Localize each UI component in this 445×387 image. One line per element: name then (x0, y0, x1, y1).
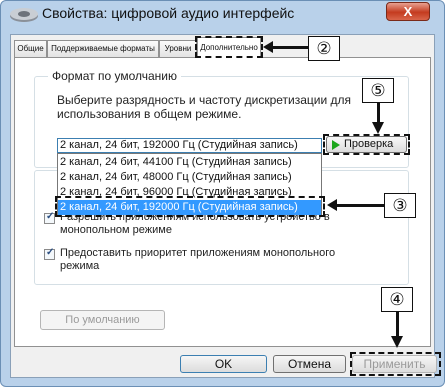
checkmark-icon: ✓ (46, 211, 55, 222)
callout-badge-test: ⑤ (362, 78, 394, 103)
allow-exclusive-checkbox[interactable]: ✓ (44, 211, 55, 224)
arrow-left-icon (263, 41, 273, 53)
exclusive-priority-checkbox[interactable]: ✓ (44, 247, 55, 260)
cancel-button[interactable]: Отмена (273, 355, 346, 373)
window-title: Свойства: цифровой аудио интерфейс (42, 5, 295, 21)
callout-arrow-line (377, 103, 380, 123)
option-highlight-box (55, 196, 325, 217)
restore-defaults-button[interactable]: По умолчанию (40, 310, 165, 330)
tab-supported-formats[interactable]: Поддерживаемые форматы (47, 40, 159, 57)
test-highlight-box (323, 134, 410, 155)
arrow-down-icon (391, 336, 403, 348)
arrow-down-icon (372, 122, 384, 134)
callout-badge-apply: ④ (381, 287, 413, 312)
callout-badge-option: ③ (384, 193, 416, 218)
callout-arrow-line (272, 46, 308, 49)
default-format-legend: Формат по умолчанию (48, 69, 181, 83)
ok-button[interactable]: OK (180, 355, 267, 373)
tab-levels[interactable]: Уровни (159, 40, 197, 57)
format-option[interactable]: 2 канал, 24 бит, 48000 Гц (Студийная зап… (58, 170, 321, 185)
callout-arrow-line (396, 312, 399, 337)
arrow-left-icon (327, 199, 337, 211)
speaker-icon (10, 8, 38, 22)
format-option[interactable]: 2 канал, 24 бит, 44100 Гц (Студийная зап… (58, 155, 321, 170)
tab-general[interactable]: Общие (14, 40, 47, 57)
checkmark-icon: ✓ (46, 247, 55, 258)
tab-highlight-box (195, 36, 263, 58)
callout-badge-tab: ② (308, 36, 340, 61)
apply-highlight-box (350, 352, 441, 376)
close-icon: X (403, 4, 413, 19)
format-select[interactable]: 2 канал, 24 бит, 192000 Гц (Студийная за… (57, 138, 322, 153)
default-format-description: Выберите разрядность и частоту дискретиз… (57, 93, 352, 121)
close-button[interactable]: X (386, 2, 430, 21)
exclusive-priority-label: Предоставить приоритет приложениям моноп… (60, 247, 336, 272)
callout-arrow-line (336, 204, 384, 207)
